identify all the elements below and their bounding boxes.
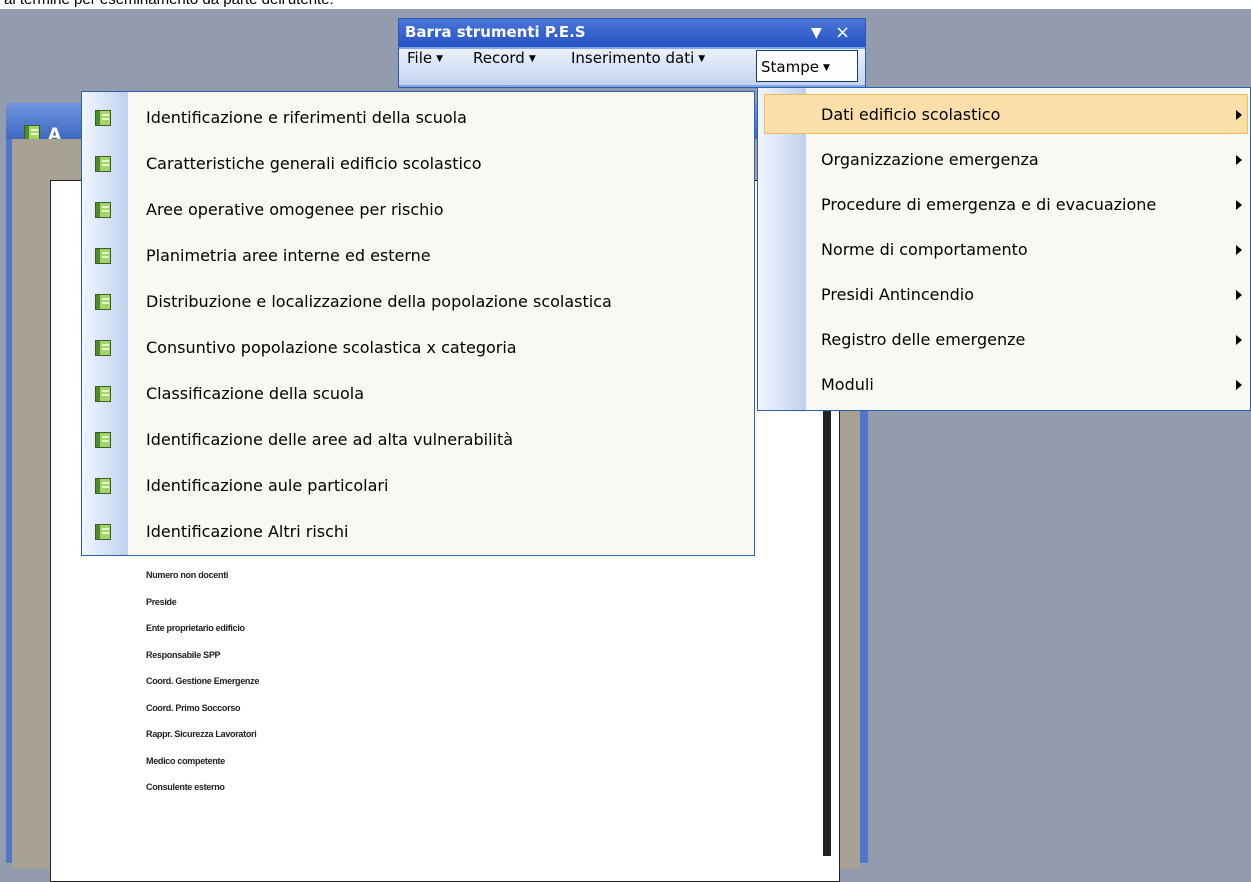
report-label-rappr-sicurezza: Rappr. Sicurezza Lavoratori bbox=[146, 729, 257, 739]
submenu-label: Norme di comportamento bbox=[821, 240, 1028, 259]
form-icon bbox=[95, 294, 111, 310]
form-icon bbox=[95, 432, 111, 448]
chevron-right-icon bbox=[1236, 380, 1242, 390]
menu-item-aree-operative[interactable]: Aree operative omogenee per rischio bbox=[82, 187, 754, 233]
submenu-procedure-emergenza[interactable]: Procedure di emergenza e di evacuazione bbox=[758, 182, 1250, 226]
report-label-medico: Medico competente bbox=[146, 755, 225, 766]
menu-bar: File ▼ Record ▼ Inserimento dati ▼ Stampe ▼ bbox=[399, 49, 865, 85]
menu-record[interactable]: Record ▼ bbox=[473, 49, 536, 85]
close-icon[interactable]: × bbox=[835, 22, 850, 43]
menu-inserimento-dati[interactable]: Inserimento dati ▼ bbox=[571, 49, 705, 85]
menu-item-label: Planimetria aree interne ed esterne bbox=[146, 246, 431, 265]
toolbar-titlebar[interactable]: Barra strumenti P.E.S ▼ × bbox=[399, 19, 865, 47]
form-icon bbox=[95, 340, 111, 356]
menu-stampe-label: Stampe bbox=[761, 58, 819, 76]
chevron-right-icon bbox=[1236, 155, 1242, 165]
menu-item-planimetria[interactable]: Planimetria aree interne ed esterne bbox=[82, 233, 754, 279]
background-text: al termine per eseminamento da parte del… bbox=[4, 0, 334, 8]
report-label-non-docenti: Numero non docenti bbox=[146, 570, 229, 580]
menu-file-label: File bbox=[407, 49, 433, 67]
menu-item-altri-rischi[interactable]: Identificazione Altri rischi bbox=[82, 509, 754, 555]
menu-item-label: Identificazione aule particolari bbox=[146, 476, 389, 495]
report-label-primo-soccorso: Coord. Primo Soccorso bbox=[146, 702, 241, 713]
chevron-down-icon: ▼ bbox=[528, 54, 536, 64]
menu-item-label: Distribuzione e localizzazione della pop… bbox=[146, 292, 612, 311]
submenu-norme-comportamento[interactable]: Norme di comportamento bbox=[758, 227, 1250, 271]
chevron-right-icon bbox=[1236, 110, 1242, 120]
menu-item-distribuzione-popolazione[interactable]: Distribuzione e localizzazione della pop… bbox=[82, 279, 754, 325]
chevron-right-icon bbox=[1236, 335, 1242, 345]
background-text-strip: al termine per eseminamento da parte del… bbox=[0, 0, 1251, 9]
stampe-menu: Dati edificio scolastico Organizzazione … bbox=[757, 87, 1251, 411]
chevron-right-icon bbox=[1236, 245, 1242, 255]
submenu-registro-emergenze[interactable]: Registro delle emergenze bbox=[758, 317, 1250, 361]
submenu-label: Organizzazione emergenza bbox=[821, 150, 1039, 169]
report-label-ente: Ente proprietario edificio bbox=[146, 623, 245, 633]
form-icon bbox=[95, 524, 111, 540]
submenu-organizzazione-emergenza[interactable]: Organizzazione emergenza bbox=[758, 137, 1250, 181]
menu-item-aree-vulnerabilita[interactable]: Identificazione delle aree ad alta vulne… bbox=[82, 417, 754, 463]
chevron-right-icon bbox=[1236, 290, 1242, 300]
submenu-moduli[interactable]: Moduli bbox=[758, 362, 1250, 406]
chevron-right-icon bbox=[1236, 200, 1242, 210]
menu-item-caratteristiche-edificio[interactable]: Caratteristiche generali edificio scolas… bbox=[82, 141, 754, 187]
menu-item-consuntivo-popolazione[interactable]: Consuntivo popolazione scolastica x cate… bbox=[82, 325, 754, 371]
form-icon bbox=[95, 110, 111, 126]
report-label-preside: Preside bbox=[146, 596, 177, 607]
submenu-presidi-antincendio[interactable]: Presidi Antincendio bbox=[758, 272, 1250, 316]
menu-inserimento-label: Inserimento dati bbox=[571, 49, 695, 67]
form-icon bbox=[95, 386, 111, 402]
report-field-labels: Numero non docenti Preside Ente propriet… bbox=[146, 568, 259, 807]
report-label-spp: Responsabile SPP bbox=[146, 649, 221, 660]
menu-record-label: Record bbox=[473, 49, 525, 67]
menu-item-aule-particolari[interactable]: Identificazione aule particolari bbox=[82, 463, 754, 509]
menu-item-label: Identificazione delle aree ad alta vulne… bbox=[146, 430, 514, 449]
menu-item-label: Identificazione e riferimenti della scuo… bbox=[146, 108, 467, 127]
submenu-label: Moduli bbox=[821, 375, 874, 394]
menu-item-classificazione-scuola[interactable]: Classificazione della scuola bbox=[82, 371, 754, 417]
form-icon bbox=[95, 202, 111, 218]
form-icon bbox=[95, 248, 111, 264]
menu-item-label: Aree operative omogenee per rischio bbox=[146, 200, 444, 219]
menu-stampe[interactable]: Stampe ▼ bbox=[756, 50, 858, 82]
menu-item-label: Classificazione della scuola bbox=[146, 384, 365, 403]
form-icon bbox=[95, 478, 111, 494]
inserimento-dati-menu: Identificazione e riferimenti della scuo… bbox=[81, 91, 755, 556]
menu-item-identificazione-scuola[interactable]: Identificazione e riferimenti della scuo… bbox=[82, 95, 754, 141]
submenu-dati-edificio[interactable]: Dati edificio scolastico bbox=[758, 92, 1250, 136]
chevron-down-icon: ▼ bbox=[698, 54, 706, 64]
form-icon bbox=[95, 156, 111, 172]
report-label-gestione-emergenze: Coord. Gestione Emergenze bbox=[146, 676, 260, 686]
submenu-label: Dati edificio scolastico bbox=[821, 105, 1001, 124]
report-label-consulente: Consulente esterno bbox=[146, 782, 225, 792]
menu-item-label: Identificazione Altri rischi bbox=[146, 522, 349, 541]
menu-item-label: Consuntivo popolazione scolastica x cate… bbox=[146, 338, 517, 357]
pes-toolbar: Barra strumenti P.E.S ▼ × File ▼ Record ▼ … bbox=[398, 18, 866, 88]
menu-file[interactable]: File ▼ bbox=[407, 49, 443, 85]
toolbar-title: Barra strumenti P.E.S bbox=[405, 23, 586, 41]
chevron-down-icon: ▼ bbox=[822, 63, 830, 73]
submenu-label: Procedure di emergenza e di evacuazione bbox=[821, 195, 1157, 214]
chevron-down-icon: ▼ bbox=[436, 54, 444, 64]
submenu-label: Registro delle emergenze bbox=[821, 330, 1026, 349]
toolbar-options-icon[interactable]: ▼ bbox=[811, 25, 822, 41]
submenu-label: Presidi Antincendio bbox=[821, 285, 975, 304]
menu-item-label: Caratteristiche generali edificio scolas… bbox=[146, 154, 482, 173]
